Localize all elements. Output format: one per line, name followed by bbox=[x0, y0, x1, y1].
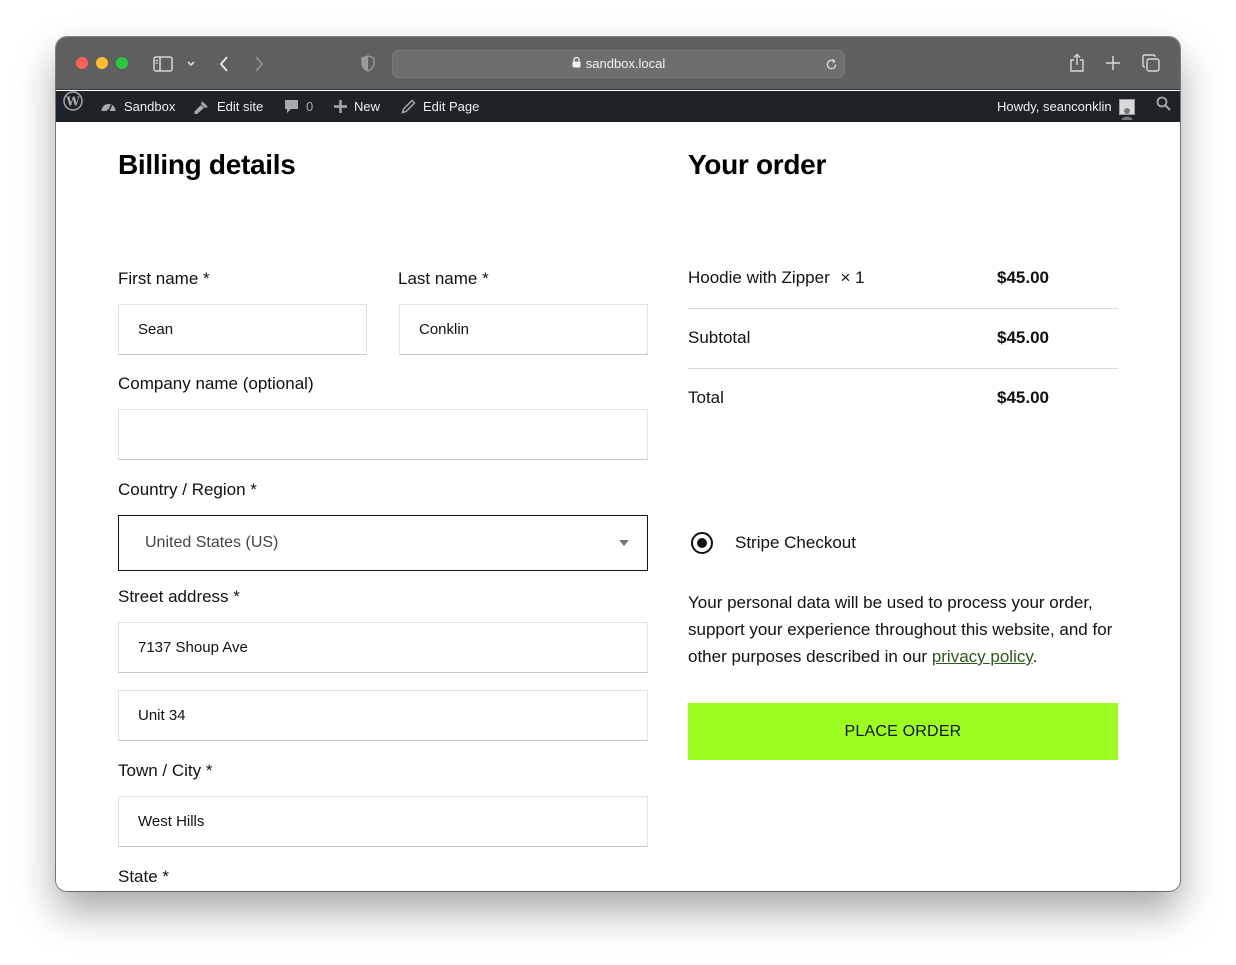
url-text: sandbox.local bbox=[585, 56, 666, 71]
your-order-heading: Your order bbox=[688, 149, 827, 180]
avatar bbox=[1118, 98, 1135, 120]
site-name-label: Sandbox bbox=[124, 99, 176, 114]
order-item-price: $45.00 bbox=[997, 268, 1049, 287]
edit-site-label: Edit site bbox=[217, 99, 264, 114]
first-name-field[interactable]: Sean bbox=[118, 304, 367, 355]
new-tab-icon[interactable] bbox=[1105, 55, 1121, 75]
howdy-label: Howdy, seanconklin bbox=[997, 99, 1112, 114]
minimize-window-button[interactable] bbox=[96, 57, 108, 69]
dashboard-icon bbox=[100, 99, 117, 114]
privacy-notice: Your personal data will be used to proce… bbox=[688, 589, 1128, 670]
share-icon[interactable] bbox=[1069, 53, 1085, 77]
stripe-checkout-radio[interactable] bbox=[691, 532, 713, 554]
street-address-line1-value: 7137 Shoup Ave bbox=[138, 639, 248, 656]
wordpress-icon: W bbox=[63, 91, 83, 122]
state-label: State * bbox=[118, 867, 170, 886]
town-city-field[interactable]: West Hills bbox=[118, 796, 648, 847]
place-order-button[interactable]: PLACE ORDER bbox=[688, 703, 1118, 760]
town-city-value: West Hills bbox=[138, 813, 205, 830]
browser-toolbar: sandbox.local bbox=[56, 37, 1180, 90]
town-city-label: Town / City * bbox=[118, 761, 213, 780]
order-divider bbox=[688, 368, 1118, 369]
shield-icon[interactable] bbox=[361, 55, 375, 76]
order-item-quantity: × 1 bbox=[840, 268, 865, 287]
street-address-line1-field[interactable]: 7137 Shoup Ave bbox=[118, 622, 648, 673]
checkout-page: Billing details First name * Sean Last n… bbox=[56, 122, 1180, 891]
admin-bar-my-account[interactable]: Howdy, seanconklin bbox=[997, 91, 1135, 122]
country-region-label: Country / Region * bbox=[118, 480, 257, 499]
svg-text:W: W bbox=[65, 95, 80, 109]
street-address-line2-value: Unit 34 bbox=[138, 707, 186, 724]
browser-window: sandbox.local W Sandbox Edit site 0 New … bbox=[56, 37, 1180, 891]
comment-icon bbox=[284, 99, 299, 114]
reload-icon[interactable] bbox=[825, 51, 838, 79]
admin-bar-edit-site[interactable]: Edit site bbox=[193, 91, 263, 122]
back-icon[interactable] bbox=[218, 55, 230, 77]
street-address-line2-field[interactable]: Unit 34 bbox=[118, 690, 648, 741]
country-region-value: United States (US) bbox=[145, 534, 279, 551]
last-name-field[interactable]: Conklin bbox=[399, 304, 648, 355]
tabs-overview-icon[interactable] bbox=[1142, 54, 1160, 76]
dropdown-arrow-icon bbox=[619, 540, 629, 546]
admin-bar-comments[interactable]: 0 bbox=[284, 91, 313, 122]
company-name-field[interactable] bbox=[118, 409, 648, 460]
first-name-label: First name * bbox=[118, 269, 210, 288]
admin-bar-site-name[interactable]: Sandbox bbox=[100, 91, 175, 122]
last-name-value: Conklin bbox=[419, 321, 470, 338]
search-icon bbox=[1156, 91, 1171, 122]
brush-icon bbox=[193, 99, 210, 115]
close-window-button[interactable] bbox=[76, 57, 88, 69]
new-label: New bbox=[354, 99, 381, 114]
total-label: Total bbox=[688, 388, 724, 407]
chevron-down-icon[interactable] bbox=[186, 57, 196, 75]
order-item-row: Hoodie with Zipper × 1 $45.00 bbox=[688, 268, 1118, 288]
order-subtotal-row: Subtotal $45.00 bbox=[688, 328, 1118, 348]
privacy-text-end: . bbox=[1032, 647, 1038, 666]
edit-page-label: Edit Page bbox=[423, 99, 480, 114]
company-name-label: Company name (optional) bbox=[118, 374, 314, 393]
privacy-policy-link[interactable]: privacy policy bbox=[932, 647, 1033, 666]
wordpress-logo-button[interactable]: W bbox=[63, 91, 83, 122]
billing-details-heading: Billing details bbox=[118, 149, 296, 180]
privacy-text: Your personal data will be used to proce… bbox=[688, 593, 1113, 666]
address-bar[interactable]: sandbox.local bbox=[392, 50, 845, 78]
order-total-row: Total $45.00 bbox=[688, 388, 1118, 408]
first-name-value: Sean bbox=[138, 321, 174, 338]
plus-icon bbox=[334, 100, 347, 113]
lock-icon bbox=[572, 52, 581, 78]
subtotal-label: Subtotal bbox=[688, 328, 751, 347]
admin-bar-new[interactable]: New bbox=[334, 91, 380, 122]
subtotal-value: $45.00 bbox=[997, 328, 1049, 347]
last-name-label: Last name * bbox=[398, 269, 489, 288]
stripe-checkout-label[interactable]: Stripe Checkout bbox=[735, 533, 856, 553]
order-divider bbox=[688, 308, 1118, 309]
admin-bar-search[interactable] bbox=[1156, 91, 1171, 122]
street-address-label: Street address * bbox=[118, 587, 240, 606]
wp-admin-bar: W Sandbox Edit site 0 New Edit Page Howd… bbox=[56, 91, 1180, 122]
comments-count: 0 bbox=[306, 99, 314, 114]
pencil-icon bbox=[401, 99, 416, 114]
total-value: $45.00 bbox=[997, 388, 1049, 407]
sidebar-icon[interactable] bbox=[153, 56, 173, 76]
country-region-select[interactable]: United States (US) bbox=[118, 515, 648, 571]
zoom-window-button[interactable] bbox=[116, 57, 128, 69]
admin-bar-edit-page[interactable]: Edit Page bbox=[401, 91, 479, 122]
forward-icon[interactable] bbox=[253, 55, 265, 77]
order-item-name: Hoodie with Zipper bbox=[688, 268, 830, 287]
